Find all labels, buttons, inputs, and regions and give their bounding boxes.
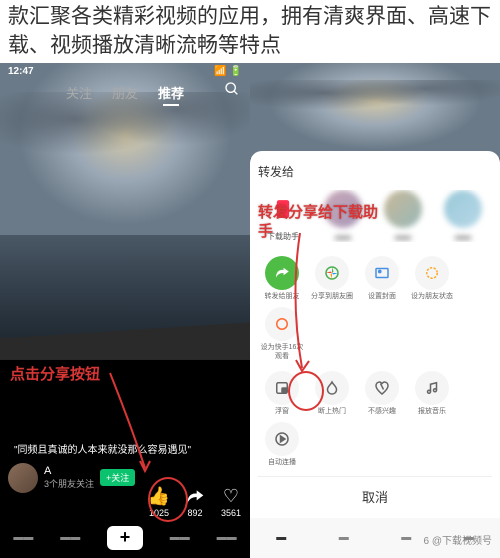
nav-r2[interactable]: ▬ — [339, 532, 349, 543]
action-status[interactable]: 设为朋友状态 — [408, 256, 456, 301]
action-cover[interactable]: 设置封面 — [358, 256, 406, 301]
moments-icon — [315, 256, 349, 290]
heart-icon: ♡ — [220, 486, 242, 508]
red-circle-wechat — [288, 371, 324, 411]
tab-friends[interactable]: 朋友 — [112, 83, 138, 102]
contact-avatar-2 — [384, 190, 422, 228]
tab-recommend[interactable]: 推荐 — [158, 83, 184, 102]
nav-me[interactable]: ▬▬ — [217, 532, 237, 543]
cover-icon — [365, 256, 399, 290]
user-avatar[interactable] — [8, 463, 38, 493]
phone-left: 12:47 📶 🔋 关注 朋友 推荐 点击分享按钮 "同频且真诚的人本来就没那么… — [0, 63, 250, 558]
sheet-title: 转发给 — [258, 163, 492, 180]
nav-tabs: 关注 朋友 推荐 — [0, 79, 250, 106]
autoplay-icon — [265, 422, 299, 456]
nav-messages[interactable]: ▬▬ — [170, 532, 190, 543]
header-description: 款汇聚各类精彩视频的应用，拥有清爽界面、高速下载、视频播放清晰流畅等特点 — [0, 0, 500, 63]
user-meta: 3个朋友关注 — [44, 477, 94, 490]
annotation-forward: 转发分享给下载助手 — [258, 203, 388, 242]
watermark: 6 @下载视频号 — [424, 532, 493, 547]
red-arrow-2 — [280, 228, 320, 378]
battery-icon: 🔋 — [230, 66, 242, 77]
status-time: 12:47 — [8, 66, 34, 77]
signal-icon: 📶 — [214, 66, 226, 77]
bottom-nav: ▬▬ ▬▬ + ▬▬ ▬▬ — [0, 518, 250, 558]
share-count: 3561 — [221, 508, 241, 518]
nav-r1[interactable]: ▬ — [276, 532, 286, 543]
heart-broken-icon — [365, 371, 399, 405]
music-icon — [415, 371, 449, 405]
cancel-button[interactable]: 取消 — [258, 476, 492, 510]
action-uninterest[interactable]: 不感兴趣 — [358, 371, 406, 416]
search-icon[interactable] — [224, 81, 240, 102]
nav-r3[interactable]: ▬ — [401, 532, 411, 543]
phone-right: 转发分享给下载助手 转发给 下载助手 — [250, 63, 500, 558]
action-autoplay[interactable]: 自动连播 — [258, 422, 306, 467]
user-name[interactable]: A — [44, 465, 94, 477]
fav-button[interactable]: ♡ 3561 — [220, 486, 242, 518]
red-circle-share — [148, 477, 188, 522]
tab-follow[interactable]: 关注 — [66, 83, 92, 102]
comment-count: 892 — [187, 508, 202, 518]
nav-home[interactable]: ▬▬ — [13, 532, 33, 543]
nav-plus[interactable]: + — [107, 526, 143, 550]
annotation-click-share: 点击分享按钮 — [10, 363, 100, 384]
red-arrow-1 — [100, 363, 160, 483]
contact-avatar-3 — [444, 190, 482, 228]
video-background — [0, 63, 250, 360]
action-music[interactable]: 报放音乐 — [408, 371, 456, 416]
status-icons: 📶 🔋 — [214, 66, 242, 77]
share-contact-3[interactable]: ▬▬ — [438, 190, 488, 242]
nav-friends[interactable]: ▬▬ — [60, 532, 80, 543]
status-icon — [415, 256, 449, 290]
